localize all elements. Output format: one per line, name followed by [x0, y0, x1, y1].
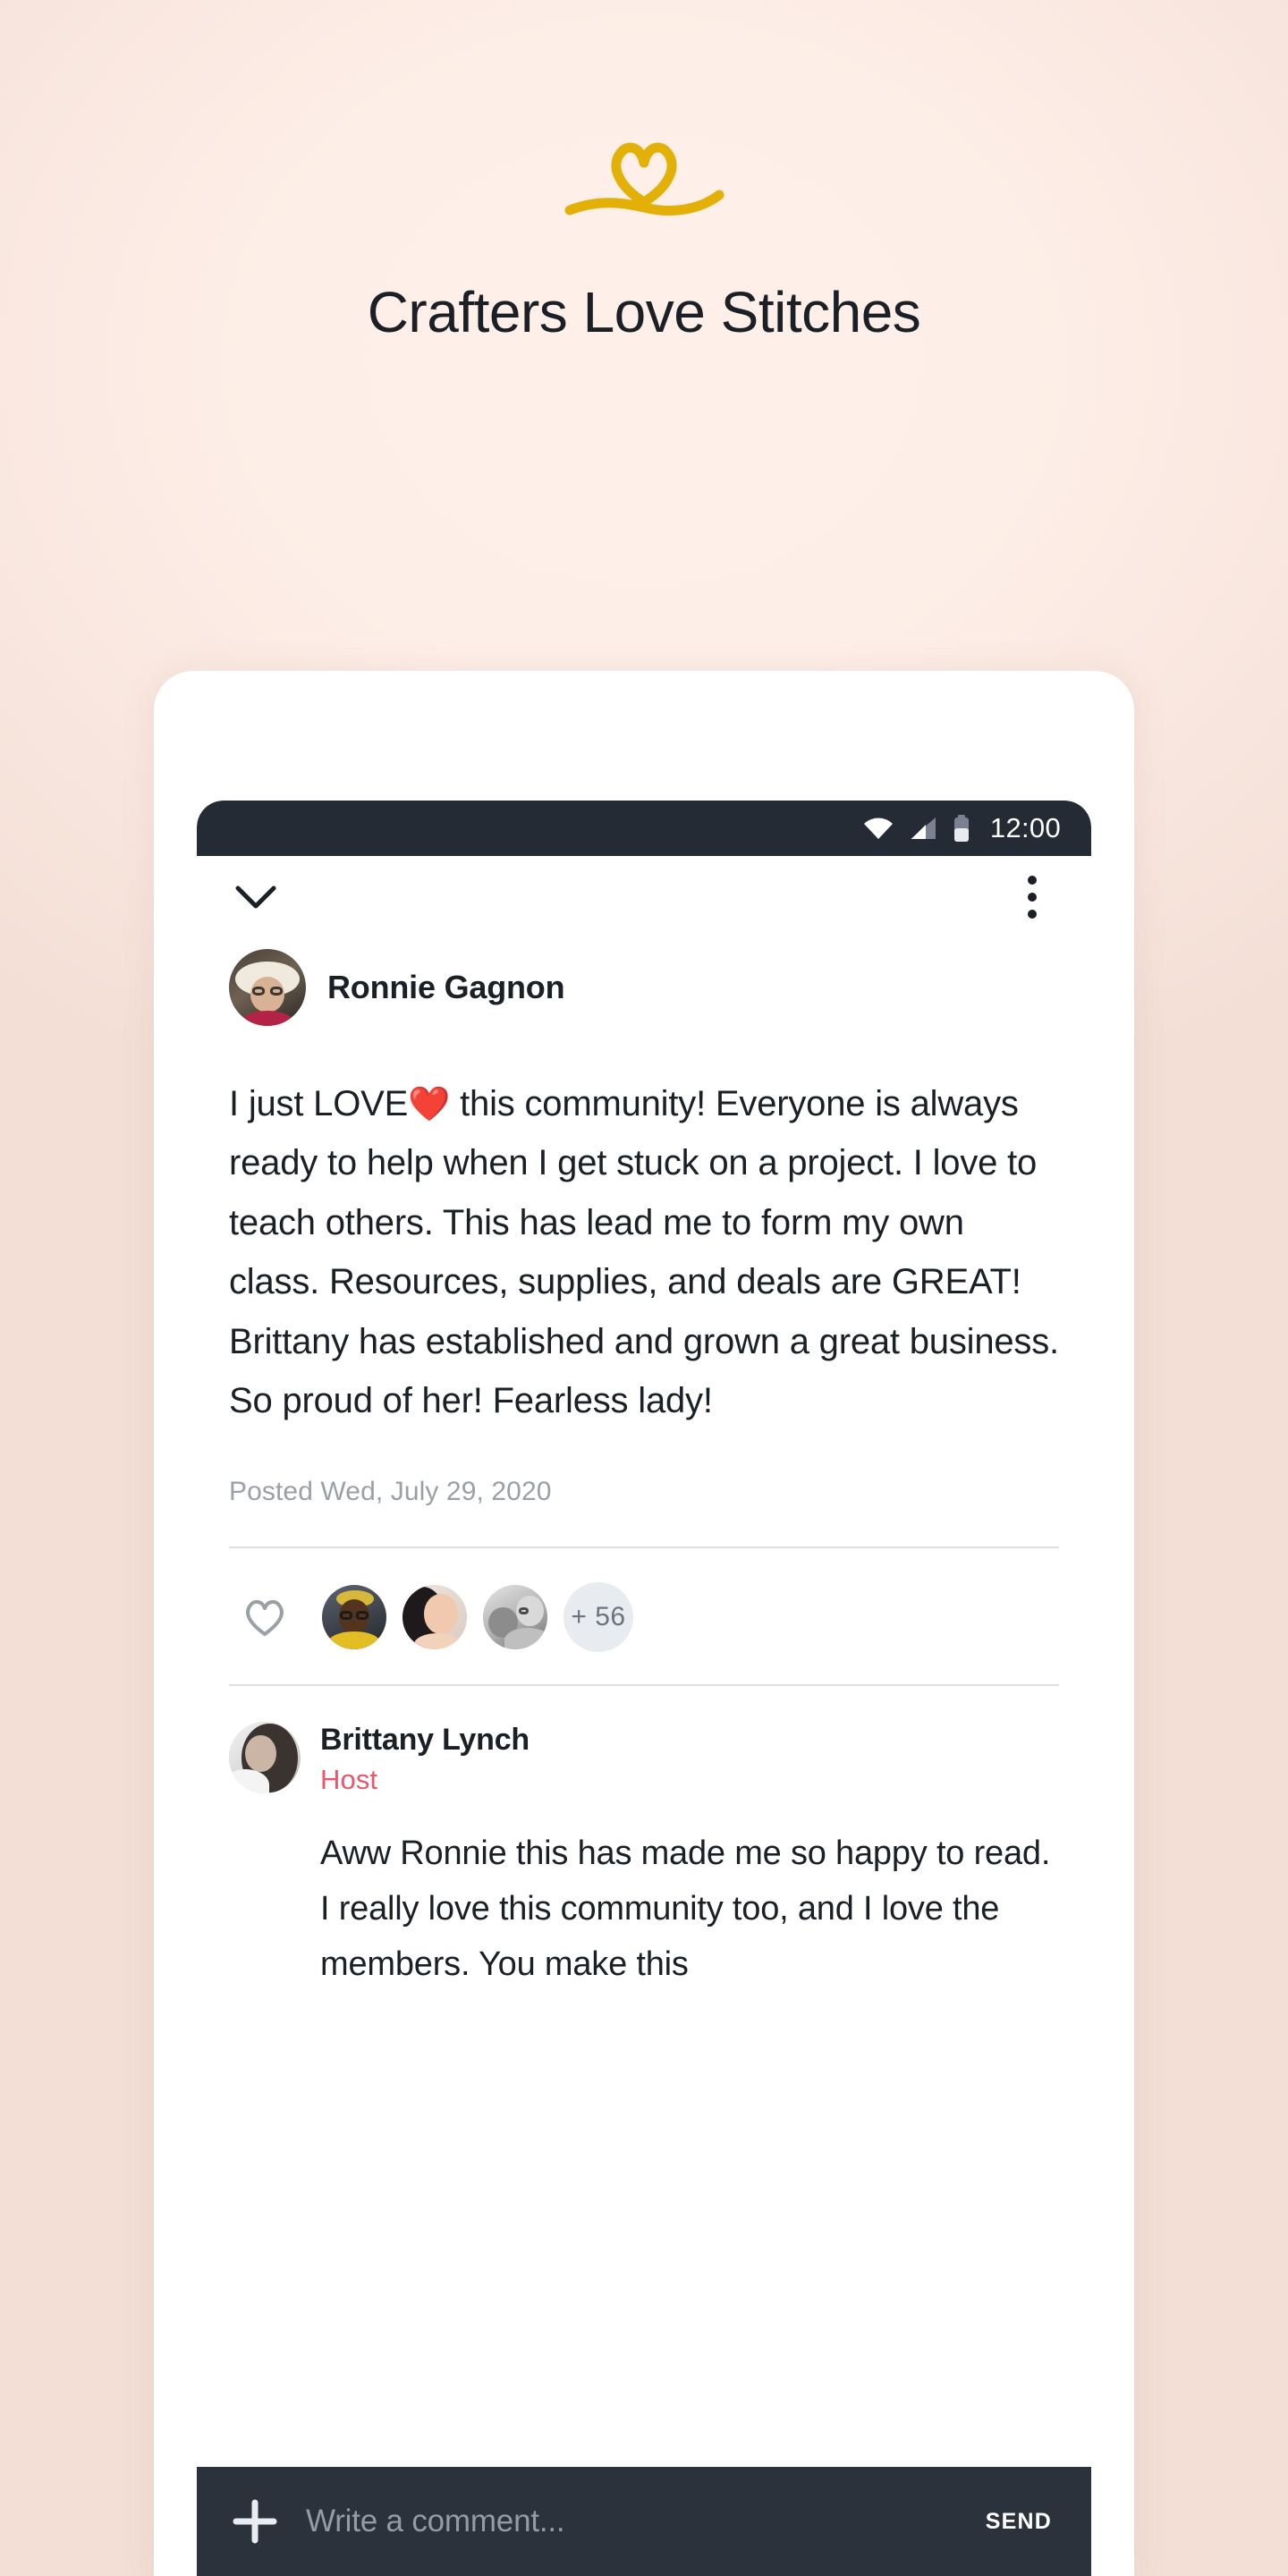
post-author-name: Ronnie Gagnon: [327, 969, 565, 1005]
send-button[interactable]: SEND: [986, 2509, 1052, 2535]
red-heart-emoji: ❤️: [408, 1086, 451, 1123]
battery-icon: [953, 815, 970, 842]
comment-item: Brittany Lynch Host Aww Ronnie this has …: [229, 1686, 1059, 1993]
comment-input[interactable]: [306, 2504, 986, 2539]
app-nav-bar: [197, 856, 1091, 938]
overflow-menu-icon[interactable]: [1011, 869, 1054, 926]
post-body-text: I just LOVE❤️ this community! Everyone i…: [229, 1074, 1059, 1430]
post-body-part-1: I just LOVE: [229, 1084, 409, 1123]
host-badge: Host: [320, 1764, 378, 1796]
avatar-ronnie-gagnon[interactable]: [229, 949, 306, 1026]
avatar-brittany-lynch[interactable]: [229, 1722, 301, 1794]
comment-author-row: Brittany Lynch Host: [229, 1722, 1059, 1796]
phone-mockup-card: 12:00 Ronnie Gagnon I just LOVE❤️ this c…: [154, 671, 1134, 2576]
reactor-avatar-2[interactable]: [402, 1585, 467, 1650]
heart-outline-icon[interactable]: [236, 1589, 293, 1646]
status-time: 12:00: [989, 812, 1061, 843]
status-bar: 12:00: [197, 801, 1091, 856]
reactor-avatar-1[interactable]: [322, 1585, 386, 1650]
comment-composer-bar: SEND: [197, 2467, 1091, 2576]
post-container: Ronnie Gagnon I just LOVE❤️ this communi…: [197, 938, 1091, 1993]
page-title: Crafters Love Stitches: [367, 280, 921, 344]
app-logo: [0, 125, 1288, 233]
reactor-avatar-3[interactable]: [483, 1585, 547, 1650]
plus-icon[interactable]: [224, 2490, 286, 2553]
heart-swoosh-logo-icon: [564, 142, 724, 216]
signal-bars-icon: [910, 817, 936, 840]
reaction-overflow-count[interactable]: + 56: [564, 1582, 633, 1653]
reactions-row: + 56: [229, 1548, 1059, 1684]
wifi-icon: [863, 817, 894, 840]
post-author-row: Ronnie Gagnon: [229, 938, 1059, 1026]
chevron-down-icon[interactable]: [229, 870, 283, 924]
hero-section: Crafters Love Stitches: [0, 0, 1288, 345]
comment-body-text: Aww Ronnie this has made me so happy to …: [320, 1835, 1051, 1984]
comment-author-name: Brittany Lynch: [320, 1723, 530, 1758]
post-body-part-2: this community! Everyone is always ready…: [229, 1084, 1069, 1420]
phone-screen: 12:00 Ronnie Gagnon I just LOVE❤️ this c…: [197, 801, 1091, 2576]
post-timestamp: Posted Wed, July 29, 2020: [229, 1477, 552, 1507]
